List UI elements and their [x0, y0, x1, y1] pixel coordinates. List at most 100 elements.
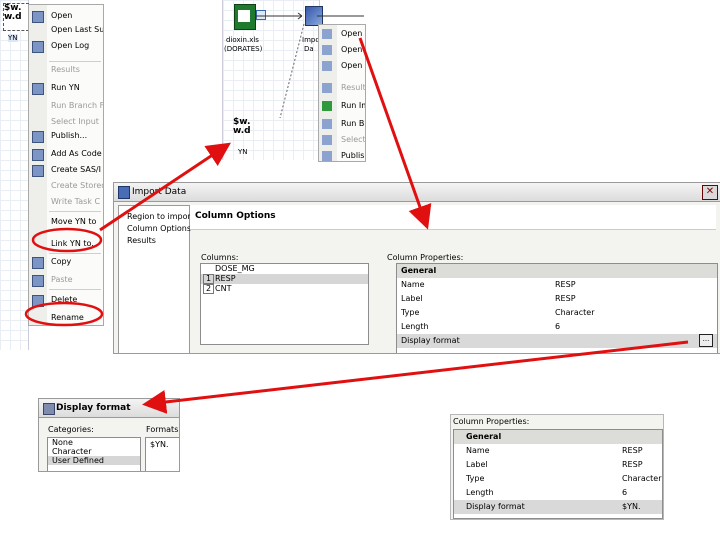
menu-item-label: Link YN to... [51, 239, 99, 248]
prop-value: Character [555, 308, 595, 317]
close-button[interactable]: ✕ [702, 185, 718, 200]
code-icon [32, 149, 44, 161]
menu-item[interactable]: Open [29, 9, 103, 23]
categories-list[interactable]: None Character User Defined [47, 437, 141, 471]
menu-separator [49, 289, 101, 290]
menu-item[interactable]: Add As Code [29, 147, 103, 161]
menu-item[interactable]: Run Branch Fr [29, 99, 103, 113]
menu-item[interactable]: Delete [29, 293, 103, 307]
run-icon [32, 83, 44, 95]
menu-item-label: Select Input [51, 117, 99, 126]
props-result-label: Column Properties: [453, 417, 530, 426]
sas-icon [32, 165, 44, 177]
menu-item[interactable]: Select [319, 133, 365, 147]
menu-item[interactable]: Create SAS/I [29, 163, 103, 177]
props-label: Column Properties: [387, 253, 464, 262]
paste-icon [32, 275, 44, 287]
menu-item[interactable]: Result [319, 81, 365, 95]
result-prop-value: RESP [622, 446, 643, 455]
result-prop-value: Character [622, 474, 662, 483]
nav-column-options[interactable]: Column Options [127, 224, 191, 233]
formats-label: Formats: [146, 425, 180, 434]
result-prop-key: Name [466, 446, 490, 455]
menu-item[interactable]: Open Last Sub [29, 23, 103, 37]
context-menu-import: Open Open Open Result Run Im Run Br Select Publ… [318, 24, 366, 162]
menu-item[interactable]: Run Im [319, 99, 365, 113]
result-prop-row: Name RESP [454, 444, 662, 458]
prop-row[interactable]: Length 6 [397, 320, 717, 334]
copy-icon [32, 257, 44, 269]
prop-value: RESP [555, 280, 576, 289]
menu-item[interactable]: Copy [29, 255, 103, 269]
menu-item-label: Open [341, 45, 363, 54]
menu-item-icon [322, 119, 332, 129]
menu-item[interactable]: Open [319, 27, 365, 41]
prop-row[interactable]: Label RESP [397, 292, 717, 306]
prop-row[interactable]: Name RESP [397, 278, 717, 292]
format-item[interactable]: $YN. [150, 440, 169, 449]
menu-item[interactable]: Run Br [319, 117, 365, 131]
import-data-dialog: Import Data ✕ Region to import Column Op… [113, 182, 720, 354]
menu-item-label: Add As Code [51, 149, 102, 158]
menu-item[interactable]: Move YN to [29, 215, 103, 229]
props-result-group: General [466, 432, 502, 441]
menu-item-label: Delete [51, 295, 78, 304]
menu-item[interactable]: Results [29, 63, 103, 77]
columns-label: Columns: [201, 253, 239, 262]
result-prop-value: RESP [622, 460, 643, 469]
category-item[interactable]: Character [48, 447, 140, 456]
column-row[interactable]: DOSE_MG [201, 264, 368, 274]
menu-item-label: Result [341, 83, 366, 92]
prop-value: RESP [555, 294, 576, 303]
prop-key: Name [401, 280, 425, 289]
menu-item-label: Run Br [341, 119, 366, 128]
display-format-dialog: Display format Categories: None Character… [38, 398, 180, 472]
menu-separator [49, 61, 101, 62]
nav-pane: Region to import Column Options Results [118, 205, 194, 353]
category-item[interactable]: User Defined [48, 456, 140, 465]
category-label: User Defined [52, 456, 104, 465]
menu-item-label: Results [51, 65, 80, 74]
formats-list[interactable]: $YN. [145, 437, 179, 471]
node-yn-icon[interactable]: $w. w.d [3, 3, 29, 31]
category-item[interactable]: None [48, 438, 140, 447]
props-result-grid: General Name RESP Label RESP Type Character Le… [453, 429, 663, 519]
nav-results[interactable]: Results [127, 236, 156, 245]
menu-item[interactable]: Open [319, 59, 365, 73]
result-prop-value: 6 [622, 488, 628, 497]
prop-row[interactable]: Display format... [397, 334, 717, 348]
menu-item[interactable]: Write Task C [29, 195, 103, 209]
menu-separator [49, 253, 101, 254]
prop-key: Length [401, 322, 429, 331]
prop-row[interactable]: Type Character [397, 306, 717, 320]
columns-list[interactable]: DOSE_MG 1 RESP 2 CNT [200, 263, 369, 345]
log-icon [32, 41, 44, 53]
result-prop-row: Type Character [454, 472, 662, 486]
props-grid: General Name RESP Label RESP Type Character Le… [396, 263, 718, 353]
menu-item-label: Open [341, 29, 363, 38]
prop-key: Label [401, 294, 423, 303]
menu-item[interactable]: Open [319, 43, 365, 57]
result-prop-row: Label RESP [454, 458, 662, 472]
menu-item-label: Copy [51, 257, 72, 266]
column-row[interactable]: 2 CNT [201, 284, 368, 294]
menu-item[interactable]: Publis [319, 149, 365, 161]
menu-item[interactable]: Open Log [29, 39, 103, 53]
menu-item-icon [322, 151, 332, 161]
menu-item[interactable]: Paste [29, 273, 103, 287]
nav-region[interactable]: Region to import [127, 212, 194, 221]
menu-item[interactable]: Rename [29, 311, 103, 325]
publish-icon [32, 131, 44, 143]
section-title: Column Options [195, 211, 276, 221]
display-format-icon [43, 403, 55, 415]
menu-item[interactable]: Create Stored [29, 179, 103, 193]
menu-item[interactable]: Select Input [29, 115, 103, 129]
category-label: None [52, 438, 73, 447]
menu-item[interactable]: Run YN [29, 81, 103, 95]
menu-item[interactable]: Publish... [29, 129, 103, 143]
column-row[interactable]: 1 RESP [201, 274, 368, 284]
ellipsis-button[interactable]: ... [699, 334, 713, 347]
menu-item-label: Open Log [51, 41, 90, 50]
props-result-header: General [454, 430, 662, 444]
menu-item[interactable]: Link YN to... [29, 237, 103, 251]
